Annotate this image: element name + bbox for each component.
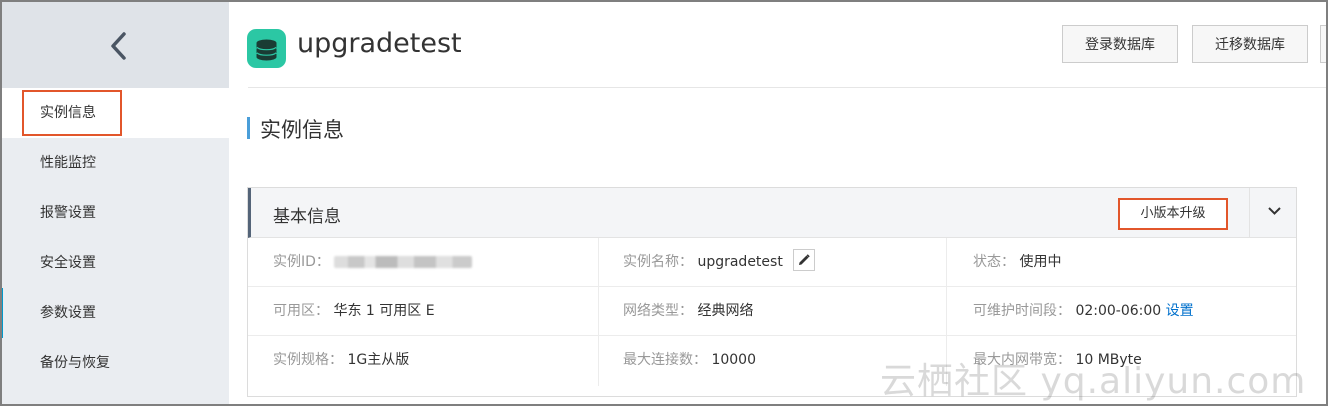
sidebar-item-label: 性能监控 (40, 155, 96, 171)
instance-name-cell: 实例名称： upgradetest (623, 238, 816, 286)
field-label: 可用区： (273, 303, 329, 319)
network-type-cell: 网络类型： 经典网络 (623, 287, 753, 335)
field-label: 最大连接数： (623, 352, 707, 368)
field-label: 可维护时间段： (973, 303, 1071, 319)
status-badge: 使用中 (1019, 254, 1062, 270)
instance-id-cell: 实例ID： (273, 238, 473, 286)
more-button[interactable] (1320, 25, 1328, 63)
max-connections-cell: 最大连接数： 10000 (623, 336, 756, 384)
minor-version-upgrade-button[interactable]: 小版本升级 (1118, 198, 1228, 230)
back-button[interactable] (2, 2, 229, 88)
edit-name-button[interactable] (793, 249, 816, 271)
instance-spec-cell: 实例规格： 1G主从版 (273, 336, 409, 384)
watermark: 云栖社区 yq.aliyun.com (880, 361, 1307, 402)
sidebar-item-label: 备份与恢复 (40, 355, 110, 371)
section-title-bar (247, 117, 250, 139)
panel-header: 基本信息 小版本升级 (248, 188, 1296, 238)
sidebar-item-security[interactable]: 安全设置 (2, 238, 229, 288)
field-label: 网络类型： (623, 303, 693, 319)
section-title: 实例信息 (260, 118, 344, 142)
login-database-button[interactable]: 登录数据库 (1062, 25, 1178, 63)
sidebar-item-parameters[interactable]: 参数设置 (0, 288, 229, 338)
instance-spec-value: 1G主从版 (347, 352, 410, 368)
sidebar-item-label: 安全设置 (40, 255, 96, 271)
zone-value: 华东 1 可用区 E (333, 303, 435, 319)
instance-name-value: upgradetest (697, 254, 783, 270)
database-stack-icon (247, 29, 286, 68)
zone-cell: 可用区： 华东 1 可用区 E (273, 287, 435, 335)
info-row: 实例ID： 实例名称： upgradetest 状态： 使用中 (248, 238, 1296, 287)
sidebar-item-label: 参数设置 (40, 305, 96, 321)
maintenance-window-value: 02:00-06:00 (1075, 303, 1162, 319)
sidebar-nav: 实例信息 性能监控 报警设置 安全设置 参数设置 备份与恢复 (0, 88, 229, 388)
instance-id-value-redacted (334, 256, 473, 268)
sidebar-item-instance-info[interactable]: 实例信息 (2, 88, 229, 138)
info-row: 可用区： 华东 1 可用区 E 网络类型： 经典网络 可维护时间段： 02:00… (248, 287, 1296, 336)
header-divider (248, 87, 1328, 88)
page-title: upgradetest (297, 28, 462, 59)
highlight-box (22, 90, 122, 136)
maintenance-window-cell: 可维护时间段： 02:00-06:00 设置 (973, 287, 1194, 335)
panel-title: 基本信息 (273, 207, 341, 227)
field-label: 实例ID： (273, 254, 330, 270)
max-connections-value: 10000 (711, 352, 756, 368)
field-label: 状态： (973, 254, 1015, 270)
field-label: 实例名称： (623, 254, 693, 270)
field-label: 实例规格： (273, 352, 343, 368)
chevron-left-icon[interactable] (106, 28, 130, 64)
sidebar-item-label: 报警设置 (40, 205, 96, 221)
sidebar-item-alarm[interactable]: 报警设置 (2, 188, 229, 238)
sidebar-item-backup[interactable]: 备份与恢复 (2, 338, 229, 388)
status-cell: 状态： 使用中 (973, 238, 1061, 286)
sidebar-item-performance[interactable]: 性能监控 (2, 138, 229, 188)
migrate-database-button[interactable]: 迁移数据库 (1192, 25, 1308, 63)
chevron-down-icon (1268, 207, 1281, 215)
collapse-button[interactable] (1249, 188, 1298, 237)
network-type-value: 经典网络 (697, 303, 754, 319)
sidebar: 实例信息 性能监控 报警设置 安全设置 参数设置 备份与恢复 (0, 2, 229, 404)
pencil-icon (799, 254, 811, 265)
maintenance-settings-link[interactable]: 设置 (1166, 303, 1194, 319)
